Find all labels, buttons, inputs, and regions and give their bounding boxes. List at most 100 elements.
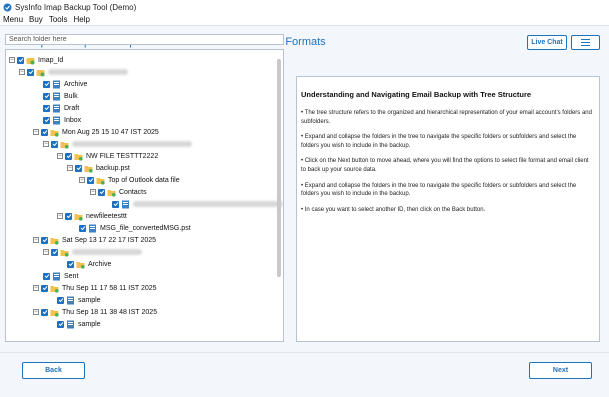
checkbox-checked[interactable] [51, 248, 58, 256]
checkbox-checked[interactable] [65, 212, 72, 220]
folder-tree-panel: − Imap_Id − Archive Bulk Draft Inbox − M… [5, 49, 284, 342]
tree-item-label: Archive [64, 80, 88, 88]
collapse-toggle[interactable]: − [33, 309, 39, 315]
tree-row[interactable]: MSG_file_convertedMSG.pst [79, 222, 191, 234]
tree-item-label: MSG_file_convertedMSG.pst [100, 224, 191, 232]
tree-row[interactable]: Sent [43, 270, 78, 282]
collapse-toggle[interactable]: − [9, 57, 15, 63]
folder-icon [60, 140, 69, 149]
search-input[interactable] [5, 34, 284, 45]
collapse-toggle[interactable]: − [19, 69, 25, 75]
app-logo-icon [3, 3, 12, 12]
info-bullet: • Expand and collapse the folders in the… [301, 182, 577, 198]
tree-row[interactable]: − Imap_Id [9, 54, 63, 66]
checkbox-checked[interactable] [79, 224, 86, 232]
tree-row[interactable]: − NW FILE TESTTT2222 [57, 150, 158, 162]
tree-row[interactable]: Archive [67, 258, 111, 270]
tree-row[interactable]: − newfileetesttt [57, 210, 127, 222]
checkbox-checked[interactable] [65, 152, 72, 160]
tree-row[interactable]: sample [57, 294, 101, 306]
mail-folder-icon [52, 104, 61, 113]
tree-row[interactable]: − Thu Sep 18 11 38 48 IST 2025 [33, 306, 157, 318]
tree-item-label: Thu Sep 11 17 58 11 IST 2025 [62, 284, 157, 292]
tree-row[interactable]: − Sat Sep 13 17 22 17 IST 2025 [33, 234, 156, 246]
tree-item-label: Mon Aug 25 15 10 47 IST 2025 [62, 128, 159, 136]
info-panel: Understanding and Navigating Email Backu… [296, 76, 600, 342]
info-bullet: • In case you want to select another ID,… [301, 206, 486, 213]
tree-item-label: newfileetesttt [86, 212, 127, 220]
tree-item-label: NW FILE TESTTT2222 [86, 152, 159, 160]
folder-icon [50, 308, 59, 317]
collapse-toggle[interactable]: − [33, 129, 39, 135]
tree-row[interactable]: − [43, 246, 142, 258]
mail-folder-icon [52, 80, 61, 89]
checkbox-checked[interactable] [41, 284, 48, 292]
checkbox-checked[interactable] [57, 320, 64, 328]
hamburger-icon [581, 39, 590, 46]
back-button[interactable]: Back [22, 362, 85, 379]
tree-row[interactable]: − [43, 138, 192, 150]
checkbox-checked[interactable] [75, 164, 82, 172]
checkbox-checked[interactable] [27, 68, 34, 76]
info-bullet: • The tree structure refers to the organ… [301, 110, 592, 125]
collapse-toggle[interactable]: − [67, 165, 73, 171]
tree-row[interactable]: − Thu Sep 11 17 58 11 IST 2025 [33, 282, 157, 294]
collapse-toggle[interactable]: − [43, 249, 49, 255]
tree-row[interactable]: Archive [43, 78, 87, 90]
tree-row[interactable] [112, 198, 283, 210]
tree-row[interactable]: Bulk [43, 90, 78, 102]
checkbox-checked[interactable] [98, 188, 105, 196]
tree-row[interactable]: sample [57, 318, 101, 330]
checkbox-checked[interactable] [43, 92, 50, 100]
menu-item-menu[interactable]: Menu [0, 15, 26, 24]
tree-row[interactable]: − Mon Aug 25 15 10 47 IST 2025 [33, 126, 159, 138]
hamburger-menu-button[interactable] [571, 35, 600, 50]
checkbox-checked[interactable] [17, 56, 24, 64]
account-icon [36, 68, 45, 77]
collapse-toggle[interactable]: − [57, 153, 63, 159]
menu-item-help[interactable]: Help [71, 15, 93, 24]
tree-row[interactable]: − backup.pst [67, 162, 130, 174]
tree-row[interactable]: − [19, 66, 128, 78]
tree-row[interactable]: Inbox [43, 114, 81, 126]
tree-item-label: Bulk [64, 92, 78, 100]
checkbox-checked[interactable] [43, 116, 50, 124]
collapse-toggle[interactable]: − [33, 285, 39, 291]
checkbox-checked[interactable] [41, 308, 48, 316]
checkbox-checked[interactable] [43, 80, 50, 88]
mail-folder-icon [52, 272, 61, 281]
tree-item-label: Archive [88, 260, 112, 268]
collapse-toggle[interactable]: − [79, 177, 85, 183]
tree-row[interactable]: Draft [43, 102, 79, 114]
redacted-folder-name [72, 141, 192, 147]
checkbox-checked[interactable] [43, 272, 50, 280]
mail-folder-icon [88, 224, 97, 233]
collapse-toggle[interactable]: − [57, 213, 63, 219]
live-chat-button[interactable]: Live Chat [527, 35, 567, 50]
collapse-toggle[interactable]: − [90, 189, 96, 195]
next-button[interactable]: Next [529, 362, 592, 379]
tree-item-label: sample [78, 296, 101, 304]
checkbox-checked[interactable] [41, 128, 48, 136]
checkbox-checked[interactable] [57, 296, 64, 304]
collapse-toggle[interactable]: − [33, 237, 39, 243]
tree-scrollbar[interactable] [276, 51, 282, 340]
window-title: SysInfo Imap Backup Tool (Demo) [15, 2, 137, 12]
checkbox-checked[interactable] [87, 176, 94, 184]
menu-item-tools[interactable]: Tools [46, 15, 71, 24]
checkbox-checked[interactable] [51, 140, 58, 148]
checkbox-checked[interactable] [112, 200, 119, 208]
checkbox-checked[interactable] [67, 260, 74, 268]
folder-icon [50, 284, 59, 293]
tree-item-label: Inbox [64, 116, 82, 124]
checkbox-checked[interactable] [41, 236, 48, 244]
scrollbar-thumb[interactable] [277, 59, 281, 277]
tree-row[interactable]: − Top of Outlook data file [79, 174, 180, 186]
checkbox-checked[interactable] [43, 104, 50, 112]
redacted-item-name [133, 201, 283, 207]
menu-item-buy[interactable]: Buy [26, 15, 46, 24]
tree-row[interactable]: − Contacts [90, 186, 147, 198]
tree-item-label: Thu Sep 18 11 38 48 IST 2025 [62, 308, 158, 316]
folder-icon [76, 260, 85, 269]
collapse-toggle[interactable]: − [43, 141, 49, 147]
